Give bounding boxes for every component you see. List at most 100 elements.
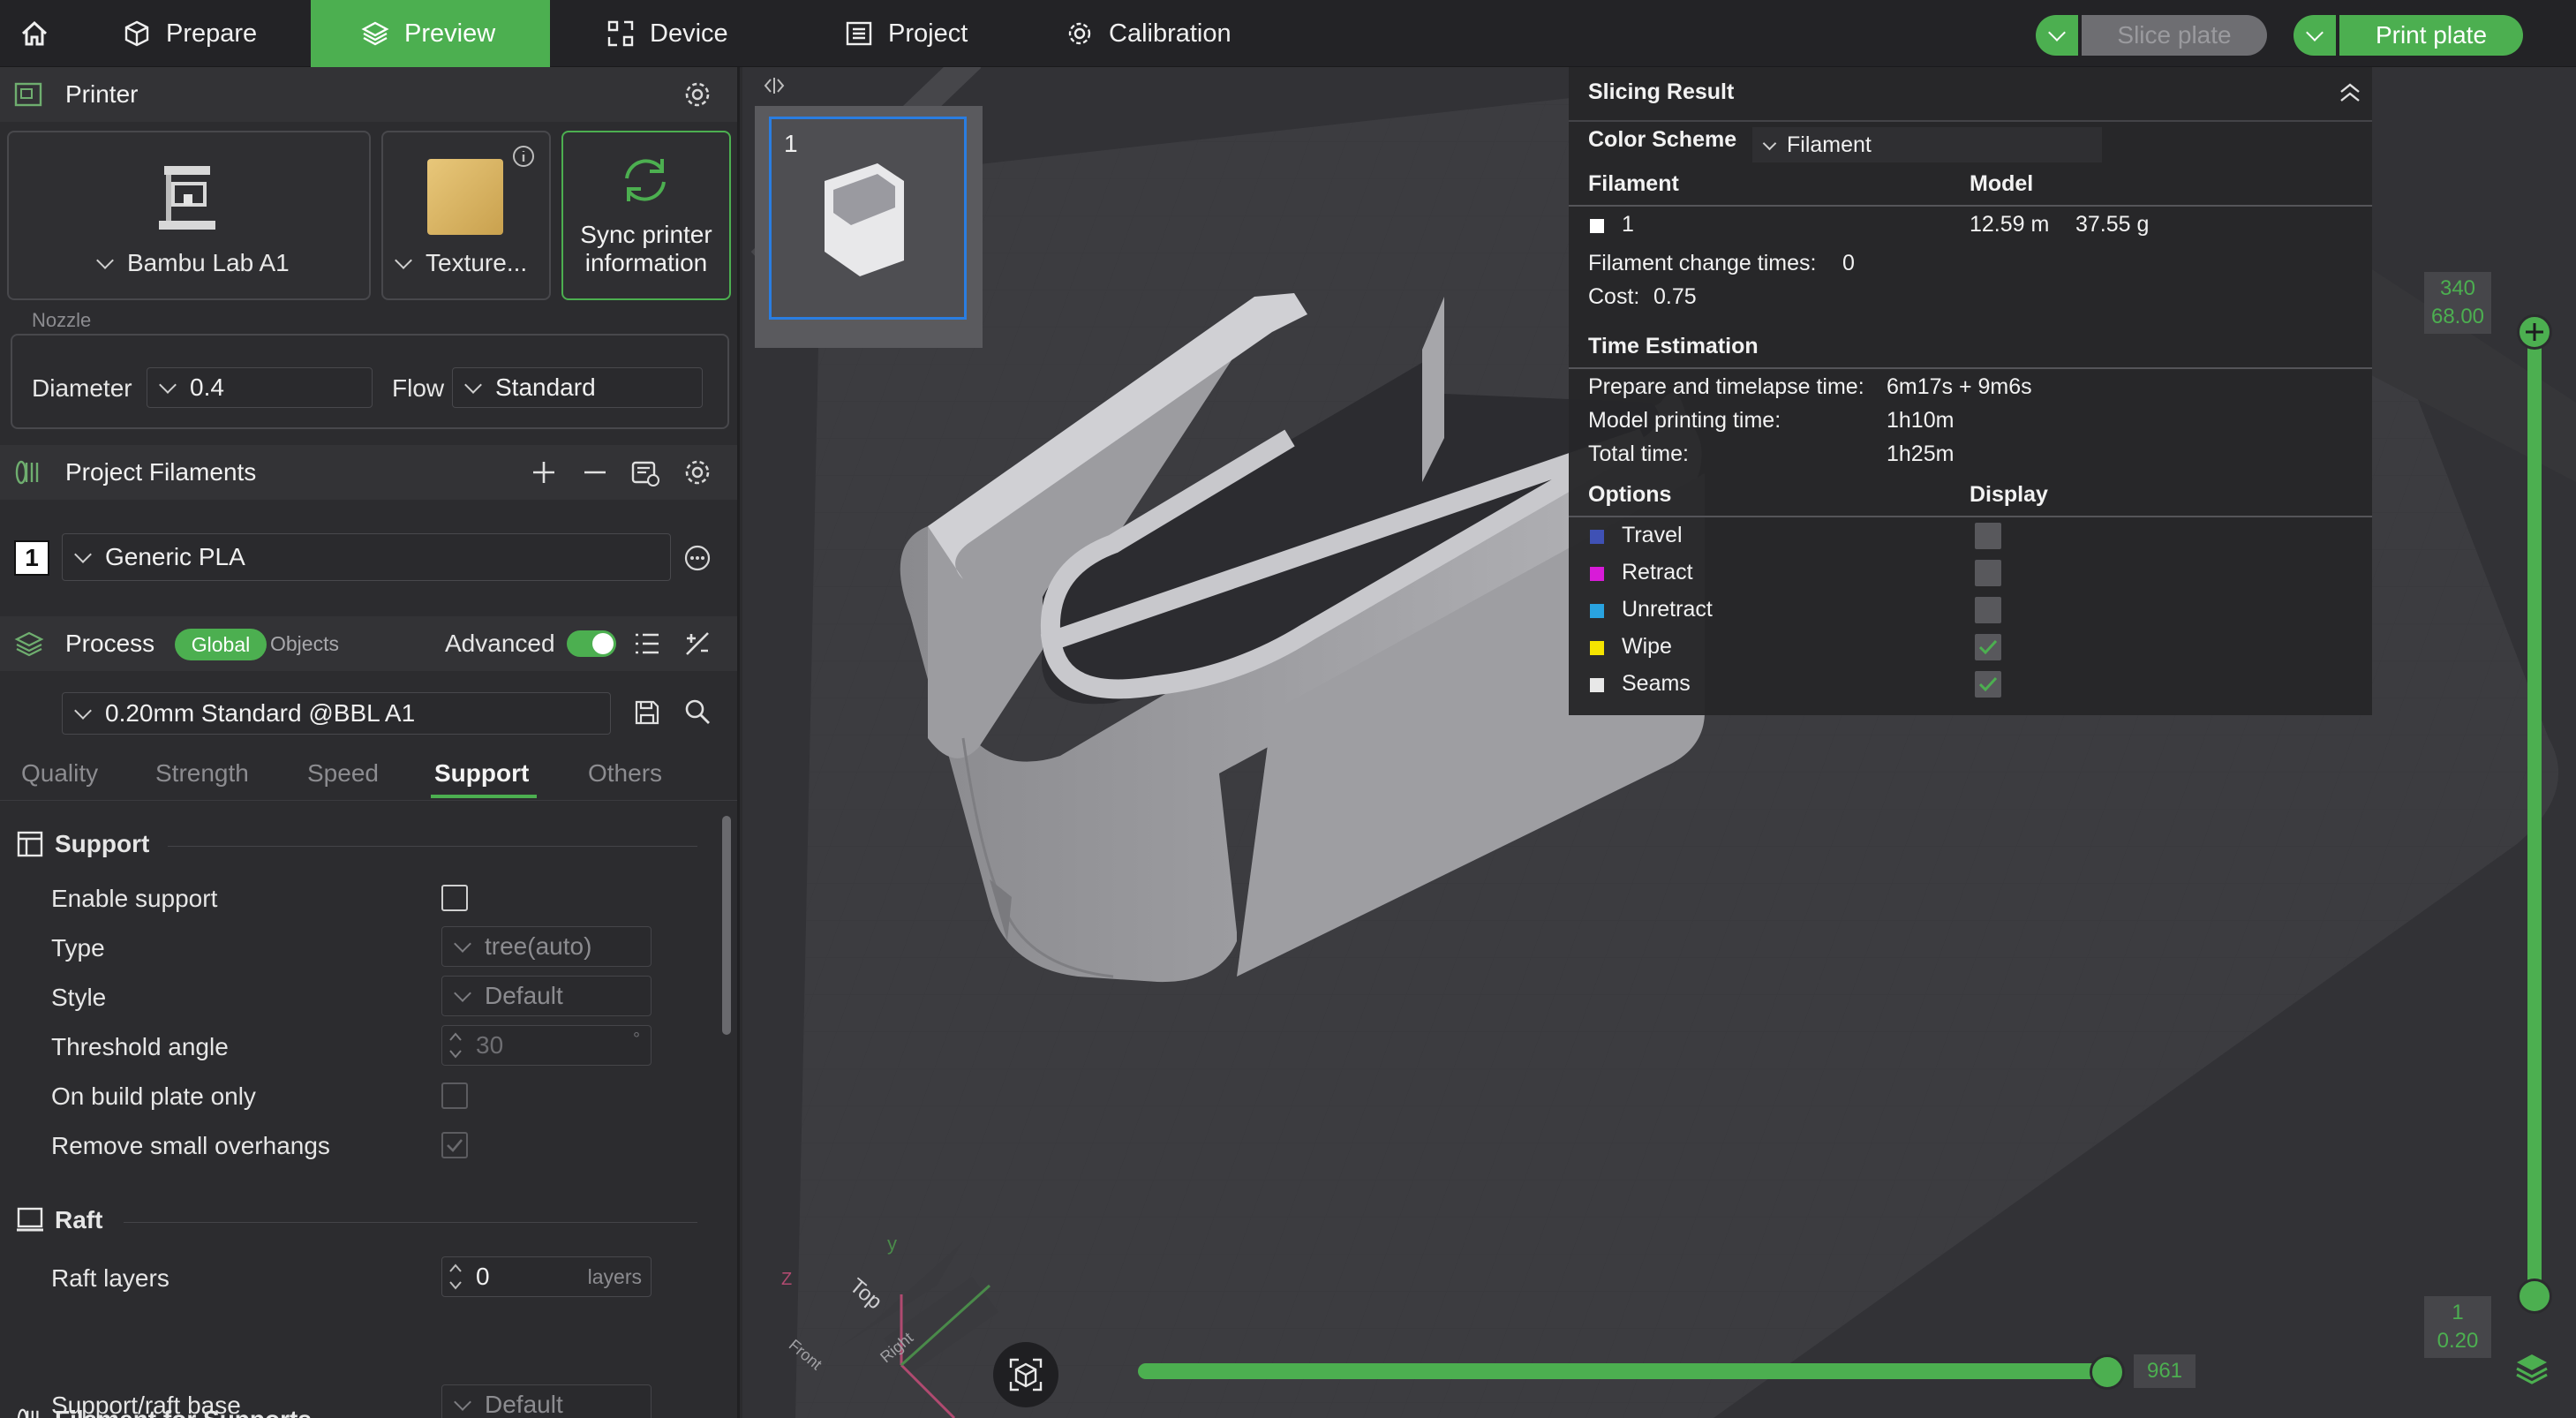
threshold-angle-unit: ° (633, 1030, 640, 1049)
collapse-sidebar-icon[interactable] (762, 76, 787, 95)
travel-display-checkbox[interactable] (1975, 523, 2001, 549)
layer-slider-top-thumb[interactable] (2517, 314, 2552, 350)
print-plate-button[interactable]: Print plate (2339, 15, 2523, 56)
move-slider-value: 961 (2134, 1354, 2196, 1388)
printer-selector[interactable]: Bambu Lab A1 (7, 131, 371, 300)
seams-display-checkbox[interactable] (1975, 671, 2001, 698)
chevron-down-icon (74, 546, 92, 563)
plate-thumbnail-panel: 1 (755, 106, 983, 348)
filament-spool-icon (17, 1408, 39, 1418)
objects-toggle[interactable]: Objects (270, 632, 339, 656)
plate-type-label: Texture... (426, 249, 528, 276)
save-preset-icon[interactable] (634, 699, 660, 726)
support-group-divider (168, 846, 697, 847)
layers-stack-icon[interactable] (2512, 1349, 2552, 1390)
raft-layers-label: Raft layers (51, 1264, 169, 1292)
layer-bottom-height: 0.20 (2437, 1329, 2479, 1353)
model-time-value: 1h10m (1887, 408, 1955, 433)
tab-quality[interactable]: Quality (21, 759, 98, 788)
tab-strength[interactable]: Strength (155, 759, 249, 788)
raft-icon (17, 1207, 43, 1232)
add-filament-plus-icon[interactable] (531, 460, 556, 485)
unretract-display-checkbox[interactable] (1975, 597, 2001, 623)
filament-weight: 37.55 g (2075, 212, 2150, 237)
seams-color-swatch (1590, 678, 1604, 692)
info-icon[interactable] (512, 145, 535, 168)
tab-project-label: Project (888, 19, 968, 48)
home-icon (21, 20, 48, 46)
filament-more-options-icon[interactable] (683, 544, 712, 572)
total-time-label: Total time: (1588, 441, 1689, 466)
layer-top-height: 68.00 (2430, 305, 2485, 328)
move-slider-track[interactable] (1138, 1363, 2109, 1379)
support-group-title: Support (55, 830, 150, 857)
tab-support[interactable]: Support (434, 759, 529, 788)
option-seams-label: Seams (1622, 671, 1691, 696)
process-preset-dropdown[interactable]: 0.20mm Standard @BBL A1 (62, 692, 611, 735)
project-filaments-header: Project Filaments (0, 445, 737, 500)
tab-preview[interactable]: Preview (311, 0, 550, 67)
advanced-switch[interactable] (567, 630, 616, 657)
model-time-label: Model printing time: (1588, 408, 1781, 433)
collapse-up-icon[interactable] (2339, 83, 2361, 102)
compare-presets-icon[interactable] (683, 630, 712, 658)
tab-others[interactable]: Others (588, 759, 662, 788)
tab-prepare[interactable]: Prepare (117, 0, 293, 67)
checkmark-icon (447, 1139, 463, 1152)
layer-slider-track[interactable] (2527, 334, 2542, 1296)
build-plate-only-checkbox[interactable] (441, 1082, 468, 1109)
tab-speed[interactable]: Speed (307, 759, 379, 788)
color-scheme-dropdown[interactable]: Filament (1752, 127, 2102, 162)
support-raft-base-dropdown[interactable]: Default (441, 1384, 652, 1418)
raft-layers-stepper[interactable]: 0 layers (441, 1256, 652, 1297)
option-wipe-label: Wipe (1622, 634, 1672, 659)
filament-sync-icon[interactable] (630, 457, 660, 487)
tab-device[interactable]: Device (606, 0, 773, 67)
global-toggle[interactable]: Global (175, 629, 267, 660)
cube-icon (124, 20, 149, 47)
support-style-dropdown[interactable]: Default (441, 976, 652, 1016)
flow-dropdown[interactable]: Standard (452, 367, 703, 408)
build-plate-only-label: On build plate only (51, 1082, 256, 1110)
threshold-angle-stepper[interactable]: 30 ° (441, 1025, 652, 1066)
tab-project[interactable]: Project (844, 0, 1012, 67)
printer-settings-gear-icon[interactable] (683, 80, 712, 109)
retract-display-checkbox[interactable] (1975, 560, 2001, 586)
axis-z-label: Z (781, 1270, 793, 1289)
filament-index-badge[interactable]: 1 (14, 540, 49, 576)
wipe-display-checkbox[interactable] (1975, 634, 2001, 660)
device-icon (607, 20, 634, 47)
move-slider-thumb[interactable] (2090, 1354, 2125, 1390)
title-divider (1569, 120, 2372, 122)
print-dropdown-button[interactable] (2294, 15, 2336, 56)
layer-top-count: 340 (2439, 276, 2476, 300)
raft-layers-value: 0 (476, 1263, 490, 1290)
support-type-dropdown[interactable]: tree(auto) (441, 926, 652, 967)
sync-printer-button[interactable]: Sync printer information (561, 131, 731, 300)
settings-scrollbar[interactable] (722, 816, 731, 1035)
tab-calibration[interactable]: Calibration (1065, 0, 1259, 67)
list-view-icon[interactable] (634, 631, 660, 656)
support-icon (17, 831, 43, 857)
remove-filament-minus-icon[interactable] (583, 460, 607, 485)
remove-small-overhangs-checkbox[interactable] (441, 1132, 468, 1158)
diameter-dropdown[interactable]: 0.4 (147, 367, 373, 408)
project-filaments-title: Project Filaments (65, 458, 257, 486)
plate-1-thumbnail[interactable]: 1 (769, 117, 967, 320)
filament-dropdown[interactable]: Generic PLA (62, 533, 671, 581)
slice-plate-button[interactable]: Slice plate (2082, 15, 2267, 56)
slice-dropdown-button[interactable] (2036, 15, 2078, 56)
home-button[interactable] (12, 0, 56, 67)
filament-length: 12.59 m (1970, 212, 2050, 237)
printer-icon (14, 82, 42, 107)
search-icon[interactable] (683, 698, 712, 726)
enable-support-checkbox[interactable] (441, 885, 468, 911)
plate-selector[interactable]: Texture... (381, 131, 551, 300)
filament-settings-gear-icon[interactable] (683, 458, 712, 486)
options-column-header: Options (1588, 482, 1672, 507)
layer-bottom-readout: 1 0.20 (2424, 1296, 2491, 1358)
layer-slider-bottom-thumb[interactable] (2517, 1278, 2552, 1314)
reset-view-button[interactable] (993, 1342, 1058, 1407)
calibration-gear-icon (1068, 22, 1091, 45)
chevron-down-icon (1762, 136, 1777, 150)
